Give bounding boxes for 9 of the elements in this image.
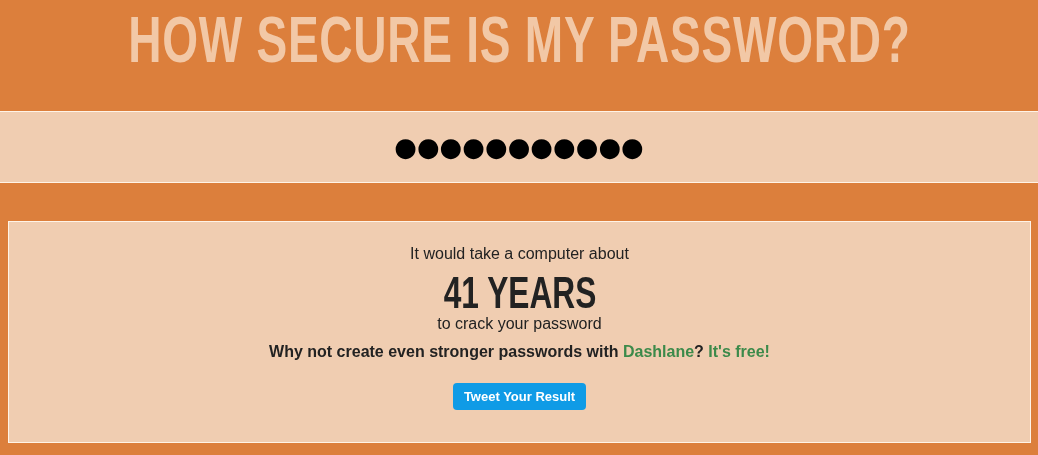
free-link[interactable]: It's free! <box>708 343 770 360</box>
intro-text: It would take a computer about <box>410 245 629 263</box>
tweet-button[interactable]: Tweet Your Result <box>452 383 587 410</box>
promo-sentence: Why not create even stronger passwords with Dashlane? It's free! <box>269 343 770 361</box>
password-field[interactable]: ●●●●●●●●●●● <box>0 112 1038 182</box>
page-title: HOW SECURE IS MY PASSWORD? <box>127 3 911 78</box>
dashlane-link[interactable]: Dashlane <box>622 343 695 360</box>
crack-time: 41 YEARS <box>443 269 596 317</box>
outro-text: to crack your password <box>437 315 602 333</box>
